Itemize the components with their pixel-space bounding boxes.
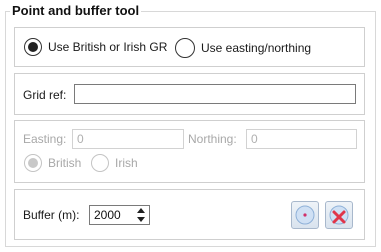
grid-ref-input[interactable] [74, 84, 356, 104]
clear-button[interactable] [325, 201, 353, 229]
radio-irish[interactable]: Irish [91, 154, 138, 172]
radio-use-en-label: Use easting/northing [201, 41, 312, 55]
grid-ref-label: Grid ref: [23, 88, 67, 102]
easting-northing-panel: Easting: 0 Northing: 0 British Irish [14, 120, 365, 183]
buffer-value: 2000 [94, 208, 121, 222]
radio-british-label: British [48, 156, 82, 170]
buffer-spinbox[interactable]: 2000 [89, 205, 150, 225]
radio-button-icon[interactable] [24, 38, 42, 56]
radio-british[interactable]: British [24, 154, 81, 172]
grid-ref-panel: Grid ref: [14, 73, 365, 115]
radio-irish-label: Irish [115, 156, 138, 170]
easting-label: Easting: [23, 132, 67, 146]
buffer-spin-arrows[interactable] [135, 207, 147, 223]
northing-spinbox[interactable]: 0 [246, 129, 357, 149]
radio-use-easting-northing[interactable]: Use easting/northing [175, 38, 311, 58]
northing-value: 0 [251, 132, 258, 146]
radio-button-icon[interactable] [24, 154, 42, 172]
buffer-panel: Buffer (m): 2000 [14, 189, 365, 240]
coordinate-mode-panel: Use British or Irish GR Use easting/nort… [14, 27, 365, 67]
group-title: Point and buffer tool [10, 3, 142, 19]
radio-button-icon[interactable] [91, 154, 109, 172]
radio-button-icon[interactable] [175, 38, 195, 58]
point-circle-icon [295, 205, 315, 225]
add-point-button[interactable] [291, 201, 319, 229]
radio-selected-dot [28, 42, 38, 52]
northing-label: Northing: [188, 132, 237, 146]
radio-selected-dot [28, 158, 38, 168]
buffer-label: Buffer (m): [23, 208, 80, 222]
clear-icon [329, 205, 349, 225]
radio-use-gr[interactable]: Use British or Irish GR [24, 38, 167, 56]
easting-spinbox[interactable]: 0 [72, 129, 184, 149]
spin-down-icon[interactable] [137, 217, 145, 222]
spin-up-icon[interactable] [137, 208, 145, 213]
easting-value: 0 [77, 132, 84, 146]
radio-use-gr-label: Use British or Irish GR [48, 40, 168, 54]
